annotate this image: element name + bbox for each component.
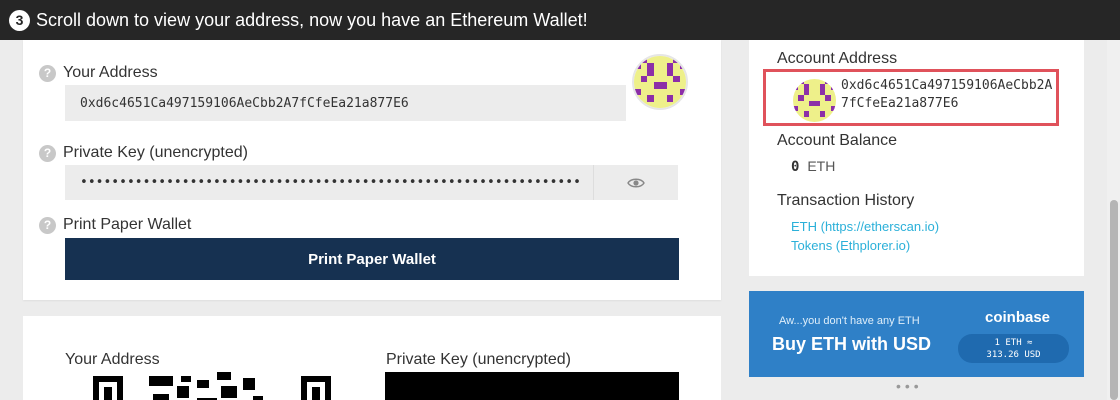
etherscan-link[interactable]: ETH (https://etherscan.io) bbox=[791, 219, 939, 234]
balance-unit: ETH bbox=[807, 158, 836, 174]
paper-address-label: Your Address bbox=[65, 351, 160, 368]
identicon-cell bbox=[634, 56, 641, 63]
identicon-cell bbox=[830, 116, 836, 122]
eth-rate-pill: 1 ETH ≈ 313.26 USD bbox=[958, 334, 1069, 363]
toggle-visibility-button[interactable] bbox=[593, 165, 678, 200]
identicon-cell bbox=[679, 56, 686, 63]
banner-text: Scroll down to view your address, now yo… bbox=[36, 9, 588, 30]
account-address-heading: Account Address bbox=[777, 50, 898, 67]
eye-icon bbox=[627, 178, 645, 187]
coinbase-tagline: Aw...you don't have any ETH bbox=[779, 315, 920, 327]
paper-private-key-label: Private Key (unencrypted) bbox=[386, 351, 571, 368]
identicon-cell bbox=[679, 95, 686, 102]
help-icon[interactable]: ? bbox=[39, 144, 56, 162]
account-identicon bbox=[793, 79, 836, 122]
your-address-heading: ? Your Address bbox=[39, 64, 158, 82]
identicon-cell bbox=[830, 111, 836, 117]
help-icon[interactable]: ? bbox=[39, 216, 56, 234]
private-key-label: Private Key (unencrypted) bbox=[63, 144, 248, 161]
your-address-label: Your Address bbox=[63, 64, 158, 81]
help-icon[interactable]: ? bbox=[39, 64, 56, 82]
ethplorer-link[interactable]: Tokens (Ethplorer.io) bbox=[791, 238, 910, 253]
paper-wallet-preview: Your Address Private Key (unencrypted) bbox=[23, 316, 721, 400]
print-wallet-label: Print Paper Wallet bbox=[63, 216, 192, 233]
account-balance-heading: Account Balance bbox=[777, 132, 898, 149]
address-identicon bbox=[632, 54, 688, 110]
address-qr-code bbox=[93, 372, 331, 400]
account-address-highlight: 0xd6c4651Ca497159106AeCbb2A7fCfeEa21a877… bbox=[763, 69, 1059, 126]
account-balance: 0 ETH bbox=[791, 158, 835, 175]
coinbase-buy-eth-banner[interactable]: Aw...you don't have any ETH Buy ETH with… bbox=[749, 291, 1084, 377]
instruction-banner: 3 Scroll down to view your address, now … bbox=[0, 0, 1120, 40]
print-wallet-heading: ? Print Paper Wallet bbox=[39, 216, 191, 234]
private-key-qr-code bbox=[385, 372, 679, 400]
eth-rate-line2: 313.26 USD bbox=[986, 350, 1041, 360]
identicon-cell bbox=[825, 116, 831, 122]
scrollbar-thumb[interactable] bbox=[1110, 200, 1118, 400]
print-paper-wallet-button[interactable]: Print Paper Wallet bbox=[65, 238, 679, 280]
coinbase-headline: Buy ETH with USD bbox=[772, 334, 932, 354]
identicon-cell bbox=[830, 79, 836, 85]
transaction-history-heading: Transaction History bbox=[777, 192, 915, 209]
carousel-dots[interactable]: ••• bbox=[896, 378, 923, 394]
identicon-cell bbox=[634, 101, 641, 108]
wallet-info-card: ? Your Address 0xd6c4651Ca497159106AeCbb… bbox=[23, 40, 721, 300]
identicon-cell bbox=[793, 116, 799, 122]
coinbase-logo: coinbase bbox=[985, 309, 1051, 326]
identicon-cell bbox=[793, 79, 799, 85]
step-number-badge: 3 bbox=[9, 9, 30, 31]
balance-value: 0 bbox=[791, 159, 800, 175]
account-address-value[interactable]: 0xd6c4651Ca497159106AeCbb2A7fCfeEa21a877… bbox=[841, 77, 1053, 113]
identicon-cell bbox=[673, 101, 680, 108]
identicon-cell bbox=[679, 101, 686, 108]
eth-rate-line1: 1 ETH ≈ bbox=[994, 338, 1033, 348]
private-key-heading: ? Private Key (unencrypted) bbox=[39, 144, 248, 162]
private-key-field[interactable]: ••••••••••••••••••••••••••••••••••••••••… bbox=[65, 165, 593, 200]
account-sidebar: Account Address 0xd6c4651Ca497159106AeCb… bbox=[749, 40, 1084, 276]
address-field[interactable]: 0xd6c4651Ca497159106AeCbb2A7fCfeEa21a877… bbox=[65, 85, 626, 121]
